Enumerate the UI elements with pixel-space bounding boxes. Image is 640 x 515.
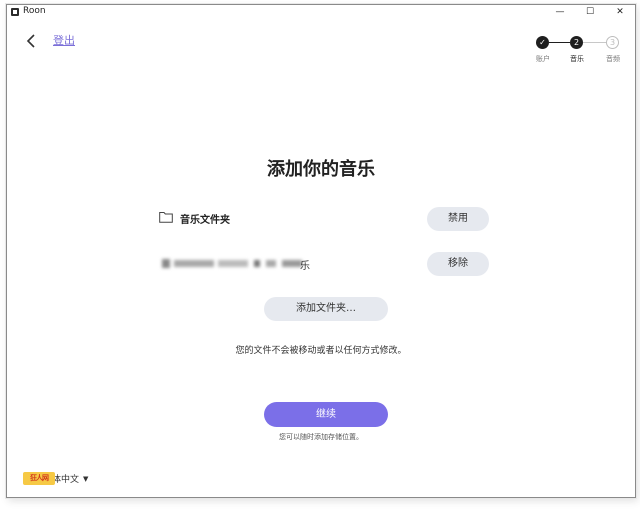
disable-folder-button[interactable]: 禁用	[427, 207, 489, 231]
folder-icon	[159, 212, 173, 223]
step-3-circle: 3	[606, 36, 619, 49]
setup-stepper: ✓ 2 3 账户 音乐 音频	[523, 35, 633, 71]
folder-name: 乐	[300, 261, 310, 272]
step-1-check-icon: ✓	[536, 36, 549, 49]
storage-hint: 您可以随时添加存储位置。	[279, 433, 363, 441]
window-title: Roon	[23, 6, 46, 16]
logout-link[interactable]: 登出	[53, 32, 75, 48]
title-bar: Roon — ☐ ✕	[7, 5, 635, 19]
continue-button[interactable]: 继续	[264, 402, 388, 427]
remove-folder-button[interactable]: 移除	[427, 252, 489, 276]
app-window: Roon — ☐ ✕ 登出 ✓ 2 3 账户 音乐 音频 添加你的音乐 音乐文件…	[6, 4, 636, 498]
step-1-label: 账户	[536, 55, 550, 63]
page-title: 添加你的音乐	[267, 159, 375, 180]
step-2-label: 音乐	[570, 55, 584, 63]
folder-row: 音乐文件夹 禁用	[159, 207, 489, 231]
folder-row: 乐 移除	[159, 252, 489, 276]
roon-app-icon	[11, 8, 19, 16]
close-window-button[interactable]: ✕	[605, 5, 635, 19]
back-button[interactable]	[24, 31, 40, 51]
add-folder-button[interactable]: 添加文件夹…	[264, 297, 388, 321]
step-2-circle: 2	[570, 36, 583, 49]
language-label: 体中文	[52, 475, 80, 485]
obscured-folder-path	[162, 258, 306, 269]
step-connector-1	[549, 42, 570, 43]
watermark-logo: 狂人网	[23, 472, 55, 485]
step-3-label: 音频	[606, 55, 620, 63]
files-unchanged-note: 您的文件不会被移动或者以任何方式修改。	[235, 346, 407, 356]
folder-name: 音乐文件夹	[180, 215, 230, 226]
step-connector-2	[583, 42, 606, 43]
minimize-button[interactable]: —	[545, 5, 575, 19]
caret-down-icon: ▼	[83, 475, 89, 483]
maximize-button[interactable]: ☐	[575, 5, 605, 19]
chevron-left-icon	[26, 34, 35, 48]
